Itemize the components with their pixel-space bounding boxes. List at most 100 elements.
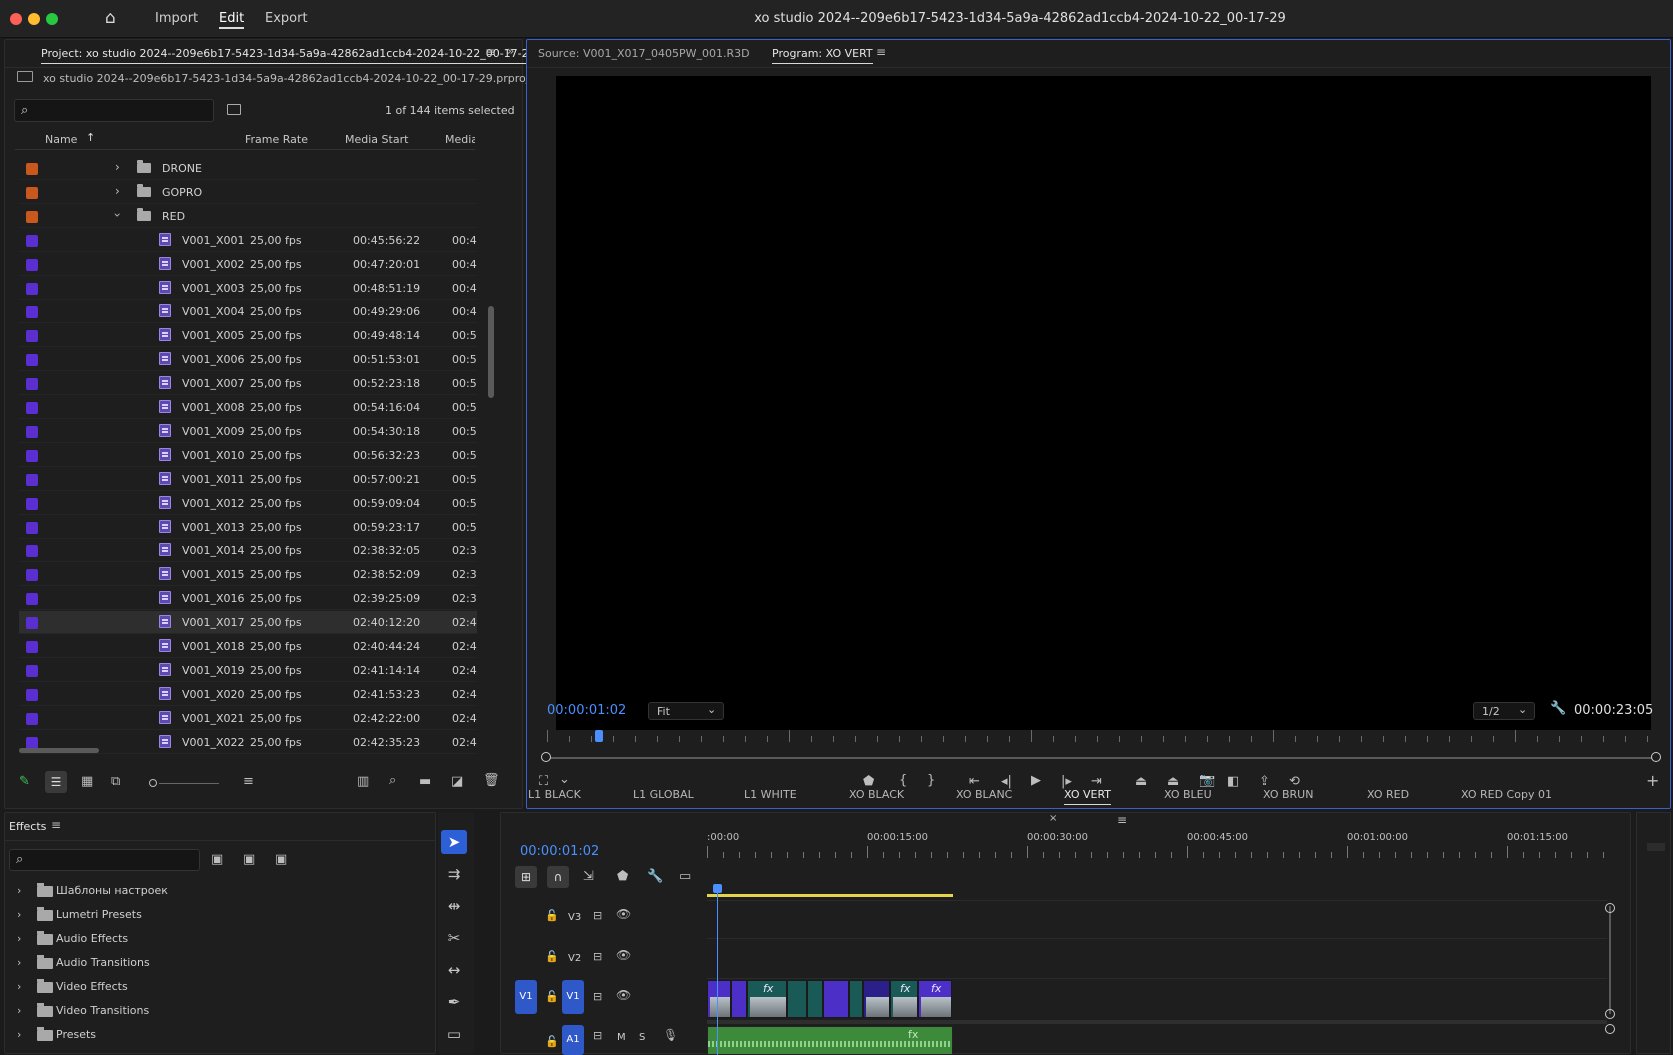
panel-menu-icon[interactable]: ≡ <box>876 46 886 58</box>
proxy-toggle-icon[interactable]: ⟲ <box>1289 775 1300 788</box>
source-patch-v1[interactable]: V1 <box>515 980 537 1014</box>
pen-tool[interactable]: ✒ <box>441 990 467 1014</box>
sync-lock-icon[interactable]: ⊟ <box>593 910 602 921</box>
project-horizontal-scrollbar[interactable] <box>19 748 99 753</box>
play-icon[interactable]: ▶ <box>1031 774 1041 787</box>
new-item-icon[interactable]: ◪ <box>451 775 463 788</box>
folder-row[interactable]: › GOPRO <box>19 181 477 204</box>
extract-icon[interactable]: ⏏ <box>1167 775 1179 788</box>
label-color-chip[interactable] <box>26 712 38 725</box>
zoom-scrollbar-end-handle[interactable] <box>1651 752 1661 762</box>
sync-lock-icon[interactable]: ⊟ <box>593 951 602 962</box>
clip-row[interactable]: V001_X011 25,00 fps 00:57:00:21 00:57 <box>19 468 477 491</box>
panel-menu-icon[interactable]: ≡ <box>1117 814 1127 826</box>
label-color-chip[interactable] <box>26 593 38 606</box>
lock-icon[interactable]: 🔓 <box>545 951 559 962</box>
label-color-chip[interactable] <box>26 402 38 414</box>
effects-folder-item[interactable]: › Presets <box>13 1025 413 1047</box>
zoom-scrollbar-start-handle[interactable] <box>541 752 551 762</box>
clip-row[interactable]: V001_X013 25,00 fps 00:59:23:17 00:59 <box>19 516 477 539</box>
add-marker-icon[interactable]: ⬟ <box>863 775 874 788</box>
clip-row[interactable]: V001_X009 25,00 fps 00:54:30:18 00:55 <box>19 420 477 443</box>
playhead-timecode[interactable]: 00:00:01:02 <box>547 703 626 718</box>
track-target-a1[interactable]: A1 <box>562 1025 584 1055</box>
effects-folder-item[interactable]: › Lumetri Presets <box>13 905 413 927</box>
chevron-right-icon[interactable]: › <box>17 980 21 993</box>
close-tab-icon[interactable]: × <box>1049 814 1057 824</box>
label-color-chip[interactable] <box>26 617 38 630</box>
microphone-icon[interactable]: 🎙 <box>663 1029 678 1041</box>
chevron-right-icon[interactable]: › <box>17 1004 21 1017</box>
go-to-in-icon[interactable]: ⇤ <box>969 775 980 788</box>
label-color-chip[interactable] <box>26 641 38 653</box>
sort-icons-icon[interactable]: ≡ <box>243 775 254 788</box>
clip-row[interactable]: V001_X020 25,00 fps 02:41:53:23 02:42 <box>19 683 477 706</box>
clip-row[interactable]: V001_X010 25,00 fps 00:56:32:23 00:57 <box>19 444 477 467</box>
tab-project[interactable]: Project: xo studio 2024--209e6b17-5423-1… <box>41 47 536 64</box>
clip-row[interactable]: V001_X004 25,00 fps 00:49:29:06 00:49 <box>19 300 477 324</box>
column-frame-rate[interactable]: Frame Rate <box>245 133 308 146</box>
rectangle-tool[interactable]: ▭ <box>441 1022 467 1046</box>
new-search-bin-icon[interactable] <box>227 104 241 115</box>
mark-in-icon[interactable]: { <box>899 774 907 787</box>
track-target-v1[interactable]: V1 <box>562 980 584 1014</box>
settings-wrench-icon[interactable]: 🔧 <box>1550 702 1566 715</box>
home-icon[interactable]: ⌂ <box>105 10 116 27</box>
chevron-right-icon[interactable]: › <box>17 884 21 897</box>
freeform-view-icon[interactable]: ⧉ <box>111 775 120 788</box>
timeline-playhead[interactable] <box>717 886 718 1055</box>
clip-row[interactable]: V001_X015 25,00 fps 02:38:52:09 02:39 <box>19 563 477 587</box>
label-color-chip[interactable] <box>26 736 38 749</box>
column-media-start[interactable]: Media Start <box>345 133 408 146</box>
safe-margins-icon[interactable]: ⛶ <box>539 775 548 788</box>
razor-tool[interactable]: ✂ <box>441 926 467 950</box>
scroll-handle-audio[interactable] <box>1605 1024 1615 1034</box>
track-select-tool[interactable]: ⇉ <box>441 862 467 886</box>
pencil-icon[interactable]: ✎ <box>19 775 30 788</box>
close-window-button[interactable] <box>10 13 22 25</box>
label-color-chip[interactable] <box>26 545 38 558</box>
sequence-tab[interactable]: L1 WHITE <box>744 788 797 801</box>
expand-panels-icon[interactable]: » <box>507 45 514 57</box>
video-clip-v1[interactable] <box>731 980 747 1018</box>
accelerated-effects-icon[interactable]: ▣ <box>211 853 223 866</box>
mark-out-icon[interactable]: } <box>927 774 935 787</box>
label-color-chip[interactable] <box>26 186 38 199</box>
lock-icon[interactable]: 🔓 <box>545 910 559 921</box>
new-bin-icon[interactable]: ▬ <box>419 775 431 788</box>
folder-row[interactable]: › RED <box>19 205 477 228</box>
captions-icon[interactable]: ▭ <box>679 870 691 883</box>
scroll-handle-top[interactable] <box>1605 903 1615 913</box>
icon-view-icon[interactable]: ▦ <box>81 775 93 788</box>
list-view-icon[interactable]: ☰ <box>45 771 67 793</box>
selection-tool[interactable]: ➤ <box>441 830 467 854</box>
sequence-tab[interactable]: XO BLEU <box>1164 788 1212 801</box>
label-color-chip[interactable] <box>26 354 38 367</box>
chevron-right-icon[interactable]: › <box>115 184 120 198</box>
video-clip-v1[interactable] <box>707 980 731 1018</box>
clip-row[interactable]: V001_X007 25,00 fps 00:52:23:18 00:52 <box>19 372 477 396</box>
video-clip-v1[interactable] <box>787 980 807 1018</box>
solo-button[interactable]: S <box>639 1032 645 1043</box>
zoom-slider-track[interactable] <box>159 783 219 784</box>
eye-icon[interactable]: 👁 <box>616 989 631 1001</box>
sequence-tab[interactable]: L1 BLACK <box>528 788 581 801</box>
clip-row[interactable]: V001_X017 25,00 fps 02:40:12:20 02:40 <box>19 611 477 635</box>
snap-icon[interactable]: ∩ <box>547 866 569 888</box>
comparison-view-icon[interactable]: ◧ <box>1227 775 1239 788</box>
32bit-effects-icon[interactable]: ▣ <box>243 853 255 866</box>
sequence-tab[interactable]: L1 GLOBAL <box>633 788 694 801</box>
menu-import[interactable]: Import <box>155 11 198 26</box>
timeline-playhead-handle[interactable] <box>713 884 722 893</box>
eye-icon[interactable]: 👁 <box>616 908 631 920</box>
camera-icon[interactable]: 📷 <box>1199 774 1215 787</box>
find-icon[interactable]: ⌕ <box>389 774 396 787</box>
effects-folder-item[interactable]: › Шаблоны настроек <box>13 881 413 903</box>
sequence-tab[interactable]: XO BRUN <box>1263 788 1313 801</box>
tab-source[interactable]: Source: V001_X017_0405PW_001.R3D <box>538 47 750 60</box>
timeline-ruler[interactable]: :00:00 00:00:15:00 00:00:30:00 00:00:45:00 0… <box>707 830 1607 860</box>
clip-row[interactable]: V001_X002 25,00 fps 00:47:20:01 00:47 <box>19 253 477 276</box>
chevron-right-icon[interactable]: › <box>115 160 120 174</box>
video-clip-v1[interactable] <box>863 980 890 1018</box>
clip-row[interactable]: V001_X005 25,00 fps 00:49:48:14 00:50 <box>19 324 477 348</box>
